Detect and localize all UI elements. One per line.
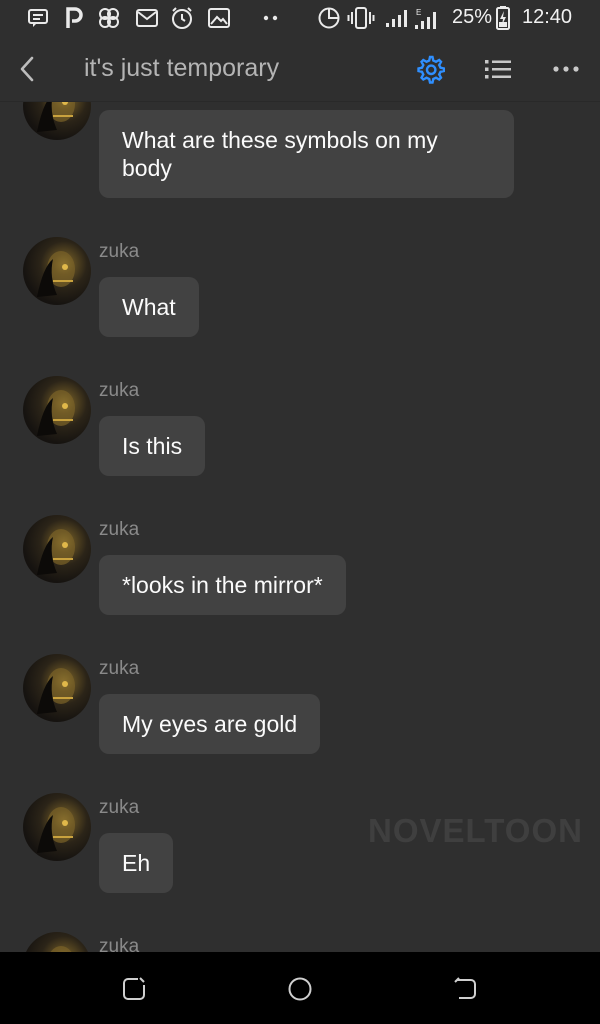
back-nav-button[interactable]: [449, 974, 481, 1004]
more-icon: [553, 66, 579, 72]
back-nav-icon: [454, 977, 476, 999]
page-title: it's just temporary: [84, 54, 280, 82]
avatar[interactable]: [23, 654, 91, 722]
sender-name: zuka: [99, 797, 140, 818]
avatar[interactable]: [23, 793, 91, 861]
battery-charging-icon: [496, 6, 510, 30]
signal-e-icon: E: [414, 7, 440, 29]
battery-percent: 25%: [452, 6, 493, 28]
home-button[interactable]: [284, 974, 316, 1004]
system-nav-bar: [0, 952, 600, 1024]
sender-name: zuka: [99, 241, 140, 262]
settings-button[interactable]: [412, 52, 448, 86]
vibrate-icon: [347, 7, 375, 29]
message-bubble: What: [99, 277, 199, 337]
chat-list[interactable]: What are these symbols on my body zuka W…: [0, 102, 600, 952]
sender-name: zuka: [99, 380, 140, 401]
gear-icon: [417, 55, 445, 84]
sender-name: zuka: [99, 936, 140, 952]
message-bubble: *looks in the mirror*: [99, 555, 346, 615]
message-bubble: Eh: [99, 833, 174, 893]
home-icon: [288, 977, 312, 1001]
message-bubble: My eyes are gold: [99, 694, 321, 754]
status-bar: E 25% 12:40: [0, 0, 600, 36]
signal-icon: [385, 7, 409, 29]
avatar[interactable]: [23, 237, 91, 305]
list-button[interactable]: [480, 52, 516, 86]
avatar[interactable]: [23, 102, 91, 140]
pinwheel-icon: [97, 7, 121, 29]
sender-name: zuka: [99, 519, 140, 540]
image-icon: [208, 7, 230, 29]
message-bubble: Is this: [99, 416, 206, 476]
recent-apps-button[interactable]: [118, 974, 150, 1004]
data-saver-icon: [317, 7, 341, 29]
list-icon: [485, 60, 511, 79]
network-type-label: E: [416, 8, 421, 17]
message-icon: [27, 7, 49, 29]
more-button[interactable]: [548, 52, 584, 86]
sender-name: zuka: [99, 658, 140, 679]
avatar[interactable]: [23, 376, 91, 444]
chat-header: it's just temporary: [0, 36, 600, 102]
mail-icon: [136, 7, 158, 29]
recent-apps-icon: [123, 977, 145, 1000]
avatar[interactable]: [23, 932, 91, 952]
watermark: NOVELTOON: [368, 812, 583, 849]
alarm-icon: [170, 7, 194, 29]
avatar[interactable]: [23, 515, 91, 583]
message-bubble: What are these symbols on my body: [99, 110, 514, 198]
more-dots-icon: [263, 7, 279, 29]
p-icon: [64, 7, 84, 29]
back-icon: [20, 56, 34, 82]
clock: 12:40: [522, 6, 573, 28]
back-button[interactable]: [12, 52, 42, 86]
